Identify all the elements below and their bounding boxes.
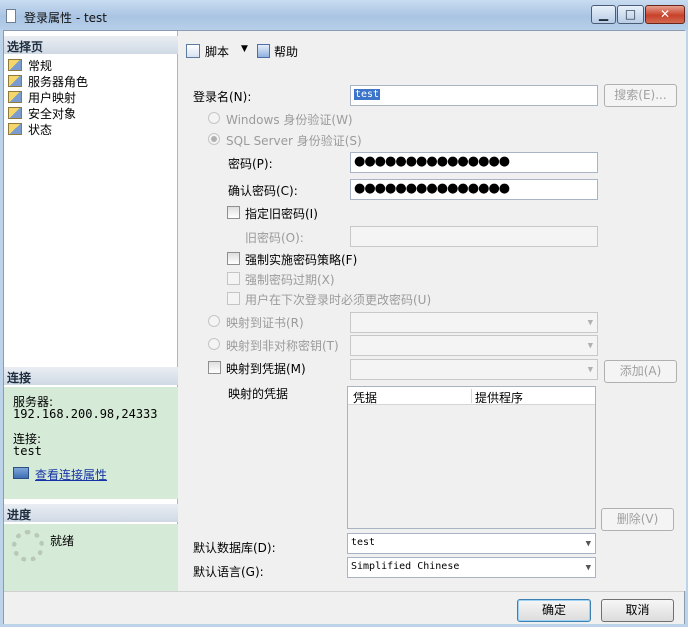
dropdown-arrow-icon: ▼ bbox=[585, 563, 591, 573]
login-properties-dialog: 选择页 常规 服务器角色 用户映射 安全对象 状态 连接 服务器: 192.16… bbox=[3, 30, 686, 624]
old-password-input[interactable] bbox=[350, 226, 598, 247]
default-language-value: Simplified Chinese bbox=[351, 561, 460, 572]
default-database-select[interactable]: test ▼ bbox=[347, 533, 596, 554]
confirm-password-input[interactable]: ●●●●●●●●●●●●●●● bbox=[350, 179, 598, 200]
enforce-password-policy-checkbox[interactable] bbox=[227, 252, 240, 265]
page-item-label: 常规 bbox=[28, 59, 53, 73]
confirm-password-label: 确认密码(C): bbox=[228, 184, 298, 198]
page-item-label: 用户映射 bbox=[28, 91, 77, 105]
login-name-input[interactable]: test bbox=[350, 85, 598, 106]
mapped-credentials-grid[interactable]: 凭据 提供程序 bbox=[347, 386, 596, 529]
remove-credential-button[interactable]: 删除(V) bbox=[601, 508, 674, 531]
add-credential-button[interactable]: 添加(A) bbox=[604, 360, 677, 383]
enforce-password-policy-label: 强制实施密码策略(F) bbox=[245, 253, 358, 267]
page-icon bbox=[8, 59, 22, 71]
page-item-label: 服务器角色 bbox=[28, 75, 89, 89]
map-certificate-radio[interactable] bbox=[208, 315, 220, 327]
windows-auth-radio[interactable] bbox=[208, 112, 220, 124]
page-item-label: 安全对象 bbox=[28, 107, 77, 121]
column-divider bbox=[471, 389, 472, 403]
page-item-user-mapping[interactable]: 用户映射 bbox=[8, 89, 76, 105]
page-icon bbox=[8, 107, 22, 119]
password-label: 密码(P): bbox=[228, 157, 273, 171]
map-credential-label: 映射到凭据(M) bbox=[226, 362, 306, 376]
mapped-credentials-label: 映射的凭据 bbox=[228, 387, 289, 401]
maximize-button[interactable]: □ bbox=[617, 5, 644, 24]
progress-header: 进度 bbox=[4, 504, 178, 522]
connection-header: 连接 bbox=[4, 367, 178, 385]
sql-auth-radio[interactable] bbox=[208, 133, 220, 145]
minimize-button[interactable]: ▁ bbox=[591, 5, 616, 24]
help-icon bbox=[257, 44, 270, 58]
connection-properties-icon bbox=[13, 467, 29, 479]
page-item-general[interactable]: 常规 bbox=[8, 57, 52, 73]
login-name-label: 登录名(N): bbox=[193, 90, 252, 104]
enforce-expiration-checkbox[interactable] bbox=[227, 272, 240, 285]
help-label: 帮助 bbox=[274, 45, 299, 59]
progress-spinner-icon bbox=[12, 530, 44, 562]
script-icon bbox=[186, 44, 200, 58]
login-name-value: test bbox=[354, 89, 381, 100]
view-connection-properties-link[interactable]: 查看连接属性 bbox=[35, 466, 107, 483]
connection-info-panel: 服务器: 192.168.200.98,24333 连接: test 查看连接属… bbox=[4, 387, 178, 499]
connection-value: test bbox=[13, 444, 42, 458]
progress-status: 就绪 bbox=[50, 534, 75, 548]
windows-auth-label: Windows 身份验证(W) bbox=[226, 113, 353, 127]
map-certificate-label: 映射到证书(R) bbox=[226, 316, 304, 330]
column-header-credential[interactable]: 凭据 bbox=[353, 389, 377, 406]
default-language-label: 默认语言(G): bbox=[193, 565, 264, 579]
default-database-label: 默认数据库(D): bbox=[193, 541, 276, 555]
page-item-securables[interactable]: 安全对象 bbox=[8, 105, 76, 121]
page-item-status[interactable]: 状态 bbox=[8, 121, 52, 137]
column-header-provider[interactable]: 提供程序 bbox=[475, 389, 523, 406]
credential-select[interactable]: ▼ bbox=[350, 359, 598, 380]
search-button[interactable]: 搜索(E)... bbox=[604, 84, 677, 107]
server-value: 192.168.200.98,24333 bbox=[13, 407, 158, 421]
page-item-label: 状态 bbox=[28, 123, 53, 137]
page-icon bbox=[8, 123, 22, 135]
window-title: 登录属性 - test bbox=[24, 11, 108, 25]
password-input[interactable]: ●●●●●●●●●●●●●●● bbox=[350, 152, 598, 173]
dropdown-arrow-icon: ▼ bbox=[587, 365, 593, 375]
select-page-header: 选择页 bbox=[4, 36, 178, 54]
map-credential-checkbox[interactable] bbox=[208, 361, 221, 374]
window-icon bbox=[6, 9, 16, 23]
dropdown-arrow-icon: ▼ bbox=[587, 341, 593, 351]
map-asymmetric-key-radio[interactable] bbox=[208, 338, 220, 350]
must-change-password-label: 用户在下次登录时必须更改密码(U) bbox=[245, 293, 432, 307]
page-icon bbox=[8, 75, 22, 87]
title-bar: 登录属性 - test ▁ □ ✕ bbox=[0, 0, 688, 30]
specify-old-password-label: 指定旧密码(I) bbox=[245, 207, 318, 221]
cancel-button[interactable]: 取消 bbox=[601, 599, 674, 622]
sql-auth-label: SQL Server 身份验证(S) bbox=[226, 134, 362, 148]
ok-button[interactable]: 确定 bbox=[517, 599, 591, 622]
page-icon bbox=[8, 91, 22, 103]
close-button[interactable]: ✕ bbox=[645, 5, 685, 24]
dropdown-arrow-icon: ▼ bbox=[585, 539, 591, 549]
asymmetric-key-select[interactable]: ▼ bbox=[350, 335, 598, 356]
dialog-footer: 确定 取消 bbox=[4, 591, 684, 624]
dropdown-arrow-icon: ▼ bbox=[587, 318, 593, 328]
default-database-value: test bbox=[351, 537, 376, 548]
old-password-label: 旧密码(O): bbox=[245, 231, 304, 245]
enforce-expiration-label: 强制密码过期(X) bbox=[245, 273, 335, 287]
certificate-select[interactable]: ▼ bbox=[350, 312, 598, 333]
dropdown-arrow-icon[interactable]: ▼ bbox=[241, 44, 248, 54]
page-item-server-roles[interactable]: 服务器角色 bbox=[8, 73, 88, 89]
progress-panel: 就绪 bbox=[4, 524, 178, 591]
left-panel: 选择页 常规 服务器角色 用户映射 安全对象 状态 连接 服务器: 192.16… bbox=[4, 31, 178, 591]
grid-header: 凭据 提供程序 bbox=[348, 387, 595, 405]
map-asymmetric-key-label: 映射到非对称密钥(T) bbox=[226, 339, 339, 353]
default-language-select[interactable]: Simplified Chinese ▼ bbox=[347, 557, 596, 578]
specify-old-password-checkbox[interactable] bbox=[227, 206, 240, 219]
script-label: 脚本 bbox=[205, 45, 230, 59]
must-change-password-checkbox[interactable] bbox=[227, 292, 240, 305]
